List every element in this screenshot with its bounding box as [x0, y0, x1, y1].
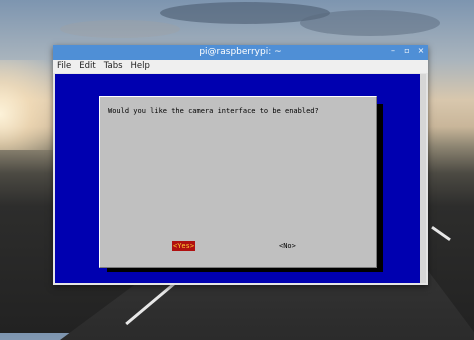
close-icon[interactable]: × [417, 47, 425, 55]
terminal-screen[interactable]: Would you like the camera interface to b… [55, 74, 426, 283]
minimize-icon[interactable]: – [389, 47, 397, 55]
terminal-window: pi@raspberrypi: ~ – ▫ × File Edit Tabs Help… [53, 45, 428, 285]
wallpaper-cloud [60, 20, 180, 38]
maximize-icon[interactable]: ▫ [403, 47, 411, 55]
menu-help[interactable]: Help [127, 60, 154, 73]
menu-bar: File Edit Tabs Help [53, 60, 428, 73]
menu-file[interactable]: File [53, 60, 75, 73]
wallpaper-cloud [300, 10, 440, 36]
terminal-scrollbar[interactable] [420, 74, 426, 283]
window-title: pi@raspberrypi: ~ [199, 47, 282, 57]
yes-button[interactable]: <Yes> [172, 241, 196, 251]
menu-edit[interactable]: Edit [75, 60, 99, 73]
dialog-question: Would you like the camera interface to b… [108, 107, 319, 115]
no-button[interactable]: <No> [278, 241, 297, 251]
confirm-dialog: Would you like the camera interface to b… [99, 96, 377, 268]
menu-tabs[interactable]: Tabs [100, 60, 127, 73]
window-titlebar[interactable]: pi@raspberrypi: ~ – ▫ × [53, 45, 428, 60]
wallpaper-road-marking [431, 225, 451, 242]
